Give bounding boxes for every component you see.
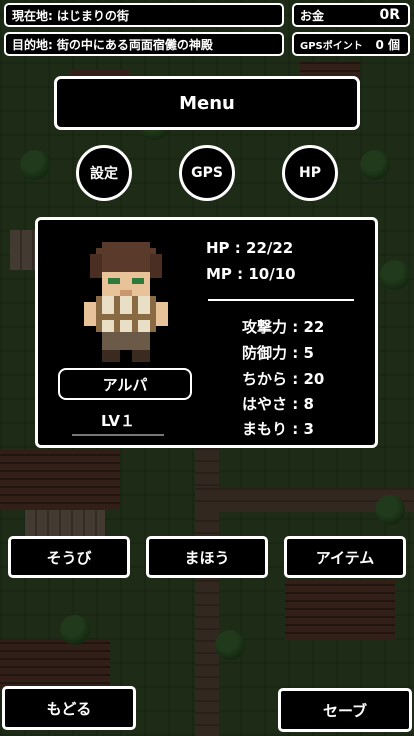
speed-stat: はやさ : 8 — [242, 395, 314, 413]
speed-stat-label: はやさ — [242, 395, 288, 413]
settings-button-label: 設定 — [90, 166, 118, 182]
destination-value: 街の中にある両面宿儺の神殿 — [56, 37, 213, 52]
hp-stat-label: HP — [206, 239, 230, 257]
power-stat: ちから : 20 — [242, 370, 325, 388]
money-bar: お金 0R — [292, 3, 410, 27]
attack-stat: 攻撃力 : 22 — [242, 318, 325, 336]
power-stat-value: 20 — [303, 370, 325, 388]
equip-button[interactable]: そうび — [8, 536, 130, 578]
mp-stat: MP : 10/10 — [206, 265, 296, 283]
hp-button[interactable]: HP — [282, 145, 338, 201]
status-divider — [208, 299, 354, 301]
mp-stat-value: 10/10 — [248, 265, 296, 283]
equip-button-label: そうび — [46, 548, 92, 567]
hp-button-label: HP — [299, 165, 321, 181]
gps-button-label: GPS — [191, 165, 223, 181]
hero-sprite-icon — [84, 242, 168, 362]
back-button[interactable]: もどる — [2, 686, 136, 730]
save-button[interactable]: セーブ — [278, 688, 412, 732]
destination-bar: 目的地: 街の中にある両面宿儺の神殿 — [4, 32, 284, 56]
gps-points-label: GPSポイント — [300, 40, 363, 52]
defense-stat-value: 5 — [303, 344, 314, 362]
hp-stat: HP : 22/22 — [206, 239, 294, 257]
money-value: 0R — [379, 7, 400, 23]
power-stat-label: ちから — [242, 370, 288, 388]
current-location-bar: 現在地: はじまりの街 — [4, 3, 284, 27]
menu-title-box: Menu — [54, 76, 360, 130]
magic-button[interactable]: まほう — [146, 536, 268, 578]
money-label: お金 — [300, 8, 325, 23]
guard-stat-label: まもり — [242, 420, 288, 438]
character-name-box: アルパ — [58, 368, 192, 400]
gps-points-bar: GPSポイント 0 個 — [292, 32, 410, 56]
current-location-label: 現在地: — [12, 8, 53, 23]
settings-button[interactable]: 設定 — [76, 145, 132, 201]
attack-stat-value: 22 — [303, 318, 325, 336]
defense-stat: 防御力 : 5 — [242, 344, 314, 362]
hp-stat-value: 22/22 — [246, 239, 294, 257]
guard-stat-value: 3 — [303, 420, 314, 438]
mp-stat-label: MP — [206, 265, 232, 283]
magic-button-label: まほう — [184, 548, 230, 567]
destination-label: 目的地: — [12, 37, 53, 52]
character-name: アルパ — [102, 375, 148, 394]
attack-stat-label: 攻撃力 — [242, 318, 288, 336]
character-level: LV１ — [100, 412, 136, 430]
gps-points-value: 0 個 — [375, 37, 400, 52]
item-button[interactable]: アイテム — [284, 536, 406, 578]
gps-button[interactable]: GPS — [179, 145, 235, 201]
back-button-label: もどる — [46, 699, 92, 718]
level-underline — [72, 434, 164, 436]
save-button-label: セーブ — [322, 701, 368, 720]
character-status-panel: アルパ LV１ HP : 22/22 MP : 10/10 攻撃力 : 22 防… — [35, 217, 378, 448]
item-button-label: アイテム — [315, 548, 375, 567]
speed-stat-value: 8 — [303, 395, 314, 413]
current-location-value: はじまりの街 — [56, 8, 129, 23]
menu-title: Menu — [179, 92, 235, 114]
defense-stat-label: 防御力 — [242, 344, 288, 362]
guard-stat: まもり : 3 — [242, 420, 314, 438]
